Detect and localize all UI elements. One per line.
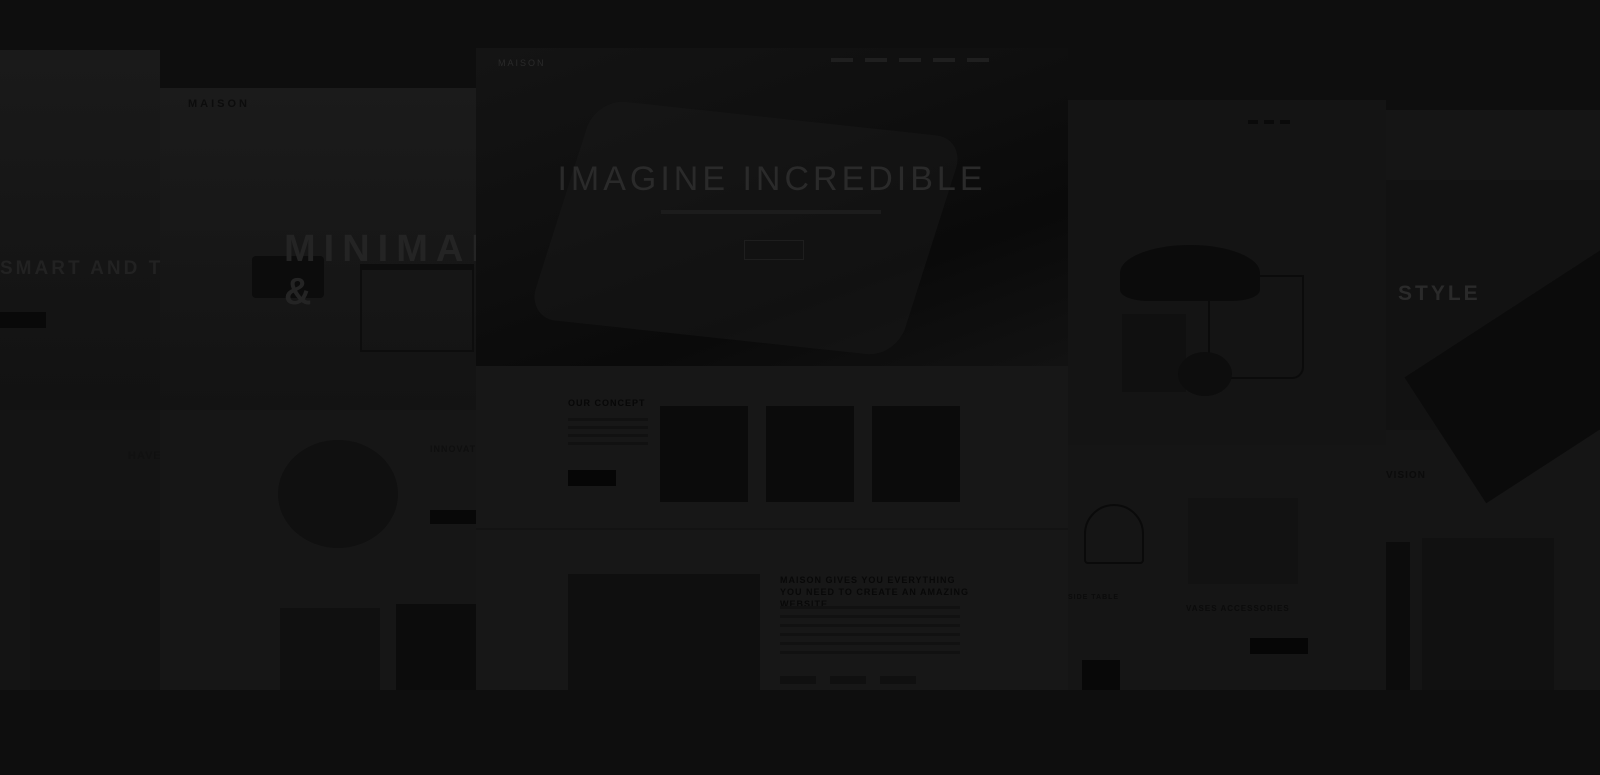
site-logo: MAISON — [498, 58, 546, 68]
nav-item — [933, 58, 955, 62]
product-label: SIDE TABLE — [1068, 594, 1120, 601]
hero-button — [744, 240, 804, 260]
partner-logo — [880, 676, 916, 684]
feature-text — [780, 606, 960, 660]
concept-title: OUR CONCEPT — [568, 398, 646, 408]
concept-image — [872, 406, 960, 502]
website-mockup-center: MAISON IMAGINE INCREDIBLE OUR CONCEPT MA… — [476, 48, 1068, 690]
side-table-image — [1084, 504, 1144, 564]
pot-image — [1122, 314, 1186, 392]
product-image — [30, 540, 160, 690]
product-image — [1082, 660, 1120, 690]
section-button — [430, 510, 476, 524]
portrait-image — [278, 440, 398, 548]
section-title: INNOVAT — [430, 444, 477, 454]
website-mockup-far-left: SMART AND TRE HAVE — [0, 50, 160, 690]
nav-item — [967, 58, 989, 62]
hero-tagline — [661, 210, 881, 214]
website-mockup-left: MAISON MINIMAL & INNOVAT — [160, 88, 480, 690]
partner-logo — [830, 676, 866, 684]
feature-title: MAISON GIVES YOU EVERYTHING YOU NEED TO … — [780, 575, 970, 609]
hero-headline: IMAGINE INCREDIBLE — [557, 160, 987, 198]
concept-text — [568, 418, 648, 450]
accessories-image — [1188, 498, 1298, 584]
nav-item — [865, 58, 887, 62]
section-title: VISION — [1386, 470, 1426, 481]
top-navigation — [831, 58, 989, 62]
partner-logo — [780, 676, 816, 684]
hero-banner — [0, 50, 160, 410]
site-logo: MAISON — [188, 98, 250, 110]
website-mockup-right: SIDE TABLE VASES ACCESSORIES — [1068, 100, 1386, 690]
concept-image — [766, 406, 854, 502]
hero-title: SMART AND TRE — [0, 258, 160, 279]
gallery-image — [396, 604, 480, 690]
product-button — [1250, 638, 1308, 654]
section-title: HAVE — [128, 450, 160, 462]
gallery-image — [280, 608, 380, 690]
concept-button — [568, 470, 616, 486]
hero-title: STYLE — [1398, 282, 1481, 305]
chair-image — [526, 98, 966, 358]
product-label: VASES ACCESSORIES — [1186, 604, 1290, 613]
gallery-image — [1386, 542, 1410, 690]
hero-title: MINIMAL & — [284, 228, 480, 313]
concept-image — [660, 406, 748, 502]
people-photo — [568, 574, 760, 690]
hero-button — [0, 312, 46, 328]
mockup-showcase: SMART AND TRE HAVE MAISON MINIMAL & INNO… — [0, 0, 1600, 775]
website-mockup-far-right: STYLE VISION — [1386, 110, 1600, 690]
partner-logos — [780, 676, 916, 684]
gallery-image — [1422, 538, 1554, 690]
nav-item — [831, 58, 853, 62]
section-divider — [476, 528, 1068, 530]
header-icons — [1248, 120, 1290, 124]
nav-item — [899, 58, 921, 62]
vase-image — [1178, 352, 1232, 396]
